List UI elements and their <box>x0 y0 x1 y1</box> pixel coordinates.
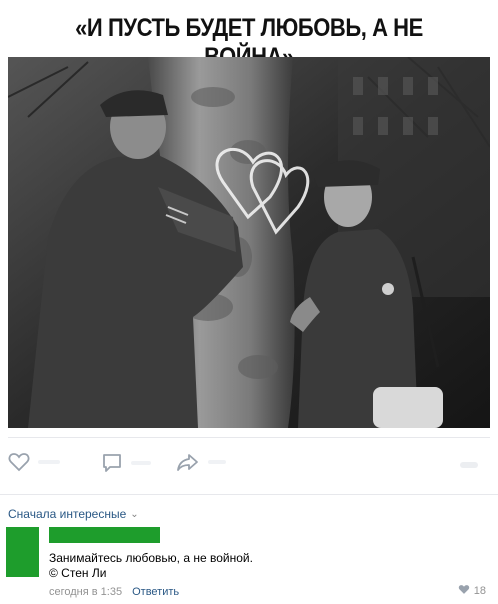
author-name-redacted[interactable] <box>49 527 160 543</box>
comments-divider <box>0 494 498 495</box>
comment-text: Занимайтесь любовью, а не войной. © Стен… <box>49 551 253 581</box>
comments-sort-dropdown[interactable]: Сначала интересные ⌄ <box>8 507 139 521</box>
heart-icon <box>458 584 474 598</box>
sort-label: Сначала интересные <box>8 507 127 521</box>
eye-icon <box>460 462 478 468</box>
reply-button[interactable]: Ответить <box>132 586 179 598</box>
post-photo[interactable] <box>8 57 490 428</box>
comment-icon <box>101 452 123 474</box>
share-arrow-icon <box>176 452 200 472</box>
post-divider <box>8 437 490 438</box>
share-button[interactable] <box>176 452 226 472</box>
comment-meta: сегодня в 1:35 Ответить <box>49 586 179 598</box>
photo-illustration <box>8 57 490 428</box>
comment-like-button[interactable]: 18 <box>458 584 486 598</box>
heart-icon <box>8 452 30 472</box>
chevron-down-icon: ⌄ <box>130 508 139 520</box>
comment-text-line: Занимайтесь любовью, а не войной. <box>49 551 253 565</box>
comment-like-count: 18 <box>473 585 486 597</box>
comment-time[interactable]: сегодня в 1:35 <box>49 586 122 598</box>
like-count-placeholder <box>38 460 60 464</box>
avatar[interactable] <box>6 527 39 577</box>
comment-count-placeholder <box>131 461 151 465</box>
share-count-placeholder <box>208 460 226 464</box>
comment-text-signature: © Стен Ли <box>49 566 107 580</box>
post-actions-bar <box>0 452 498 488</box>
comment-item: Занимайтесь любовью, а не войной. © Стен… <box>6 525 496 603</box>
comment-button[interactable] <box>101 452 151 474</box>
like-button[interactable] <box>8 452 60 472</box>
